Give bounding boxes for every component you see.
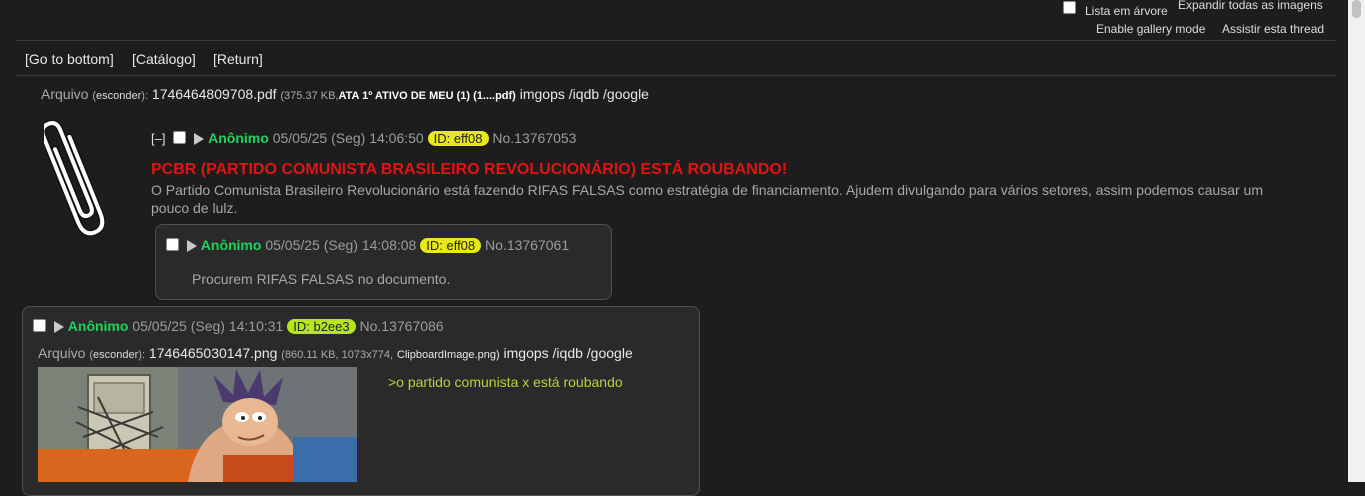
reply1-post-number[interactable]: No.13767061 bbox=[485, 237, 569, 253]
reply2-date: 05/05/25 (Seg) 14:10:31 bbox=[132, 318, 284, 334]
reply2-image-thumbnail[interactable] bbox=[38, 367, 357, 482]
expand-images-link[interactable]: Expandir todas as imagens bbox=[1178, 0, 1323, 12]
reply2-greentext: >o partido comunista x está roubando bbox=[388, 374, 623, 390]
reply1-message: Procurem RIFAS FALSAS no documento. bbox=[192, 271, 451, 287]
watch-thread-link[interactable]: Assistir esta thread bbox=[1222, 22, 1324, 36]
op-post-number[interactable]: No.13767053 bbox=[492, 130, 576, 146]
gallery-mode-link[interactable]: Enable gallery mode bbox=[1096, 22, 1205, 36]
reply2-hide-file-link[interactable]: esconder bbox=[93, 349, 138, 361]
iqdb-link[interactable]: /iqdb bbox=[569, 86, 599, 102]
reply2-iqdb-link[interactable]: /iqdb bbox=[553, 345, 583, 361]
scrollbar-thumb[interactable] bbox=[1352, 0, 1361, 18]
op-id-badge[interactable]: ID: eff08 bbox=[427, 131, 489, 146]
go-to-bottom-link[interactable]: [Go to bottom] bbox=[25, 51, 114, 67]
imgops-link[interactable]: imgops bbox=[520, 86, 565, 102]
collapse-button[interactable]: [–] bbox=[151, 131, 165, 146]
tree-list-checkbox[interactable] bbox=[1063, 1, 1076, 14]
op-file-info: Arquivo (esconder): 1746464809708.pdf (3… bbox=[41, 86, 649, 102]
op-menu-triangle-icon[interactable] bbox=[194, 133, 205, 146]
tree-list-label: Lista em árvore bbox=[1085, 4, 1168, 18]
reply2-id-badge[interactable]: ID: b2ee3 bbox=[287, 319, 356, 334]
reply2-poster-name: Anônimo bbox=[67, 318, 129, 334]
reply2-post-number[interactable]: No.13767086 bbox=[360, 318, 444, 334]
file-label: Arquivo bbox=[41, 86, 89, 102]
reply2-file-meta: (860.11 KB, 1073x774, bbox=[281, 349, 393, 361]
top-divider bbox=[16, 40, 1336, 41]
op-message: O Partido Comunista Brasileiro Revolucio… bbox=[151, 182, 1264, 216]
reply2-imgops-link[interactable]: imgops bbox=[504, 345, 549, 361]
op-subject: PCBR (PARTIDO COMUNISTA BRASILEIRO REVOL… bbox=[151, 161, 788, 178]
op-header: [–] Anônimo 05/05/25 (Seg) 14:06:50 ID: … bbox=[151, 128, 576, 149]
op-filename-link[interactable]: 1746464809708.pdf bbox=[152, 86, 277, 102]
reply1-select-checkbox[interactable] bbox=[166, 238, 179, 251]
op-poster-name: Anônimo bbox=[208, 130, 269, 146]
reply1-menu-triangle-icon[interactable] bbox=[186, 240, 197, 253]
reply2-original-filename[interactable]: ClipboardImage.png) bbox=[397, 349, 500, 361]
scrollbar-track[interactable] bbox=[1348, 0, 1365, 482]
reply2-google-link[interactable]: /google bbox=[587, 345, 633, 361]
nav-divider bbox=[16, 75, 1336, 76]
reply2-file-info: Arquivo (esconder): 1746465030147.png (8… bbox=[38, 345, 633, 361]
reply2-file-label: Arquivo bbox=[38, 345, 86, 361]
google-link[interactable]: /google bbox=[603, 86, 649, 102]
hide-file-link[interactable]: esconder bbox=[96, 90, 141, 102]
reply1-id-badge[interactable]: ID: eff08 bbox=[420, 238, 482, 253]
reply2-menu-triangle-icon[interactable] bbox=[53, 321, 64, 334]
op-file-meta: (375.37 KB, bbox=[280, 90, 339, 102]
reply1-date: 05/05/25 (Seg) 14:08:08 bbox=[265, 237, 417, 253]
paperclip-icon[interactable] bbox=[44, 112, 116, 246]
reply2-header: Anônimo 05/05/25 (Seg) 14:10:31 ID: b2ee… bbox=[33, 316, 444, 336]
reply2-hide-close: ): bbox=[138, 349, 146, 361]
op-original-filename[interactable]: ATA 1º ATIVO DE MEU (1) (1....pdf) bbox=[338, 90, 515, 102]
return-link[interactable]: [Return] bbox=[213, 51, 263, 67]
op-date: 05/05/25 (Seg) 14:06:50 bbox=[272, 130, 424, 146]
op-select-checkbox[interactable] bbox=[173, 131, 187, 144]
reply1-header: Anônimo 05/05/25 (Seg) 14:08:08 ID: eff0… bbox=[166, 235, 569, 255]
hide-close: ): bbox=[141, 90, 149, 102]
reply2-filename-link[interactable]: 1746465030147.png bbox=[149, 345, 277, 361]
catalog-link[interactable]: [Catálogo] bbox=[132, 51, 196, 67]
reply2-select-checkbox[interactable] bbox=[33, 319, 46, 332]
reply1-poster-name: Anônimo bbox=[200, 237, 262, 253]
